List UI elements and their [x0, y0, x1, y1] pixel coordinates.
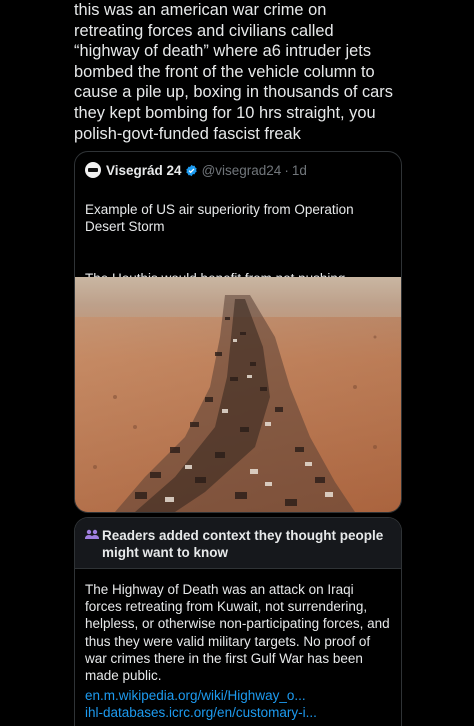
- post-timestamp[interactable]: 1d: [292, 163, 307, 178]
- verified-badge-icon: [185, 164, 198, 177]
- community-note-body: The Highway of Death was an attack on Ir…: [85, 582, 390, 684]
- people-icon: [85, 528, 99, 546]
- separator-dot: ·: [284, 162, 289, 178]
- author-handle[interactable]: @visegrad24: [202, 163, 282, 178]
- note-source-link-icrc[interactable]: ihl-databases.icrc.org/en/customary-i...: [85, 704, 393, 721]
- community-note-title: Readers added context they thought peopl…: [102, 528, 384, 561]
- note-source-link-wikipedia[interactable]: en.m.wikipedia.org/wiki/Highway_o...: [85, 687, 393, 704]
- quoted-post[interactable]: Visegrád 24 @visegrad24 · 1d Example of …: [74, 151, 402, 513]
- post-photo[interactable]: [75, 277, 401, 512]
- visegrad-logo-icon[interactable]: [85, 162, 101, 178]
- quoted-post-header: Visegrád 24 @visegrad24 · 1d: [85, 161, 307, 179]
- community-note-header: Readers added context they thought peopl…: [75, 518, 401, 569]
- reply-text: this was an american war crime on retrea…: [74, 1, 393, 143]
- community-note: Readers added context they thought peopl…: [74, 517, 402, 726]
- quoted-post-text-line-1: Example of US air superiority from Opera…: [85, 201, 354, 235]
- author-display-name[interactable]: Visegrád 24: [106, 163, 182, 178]
